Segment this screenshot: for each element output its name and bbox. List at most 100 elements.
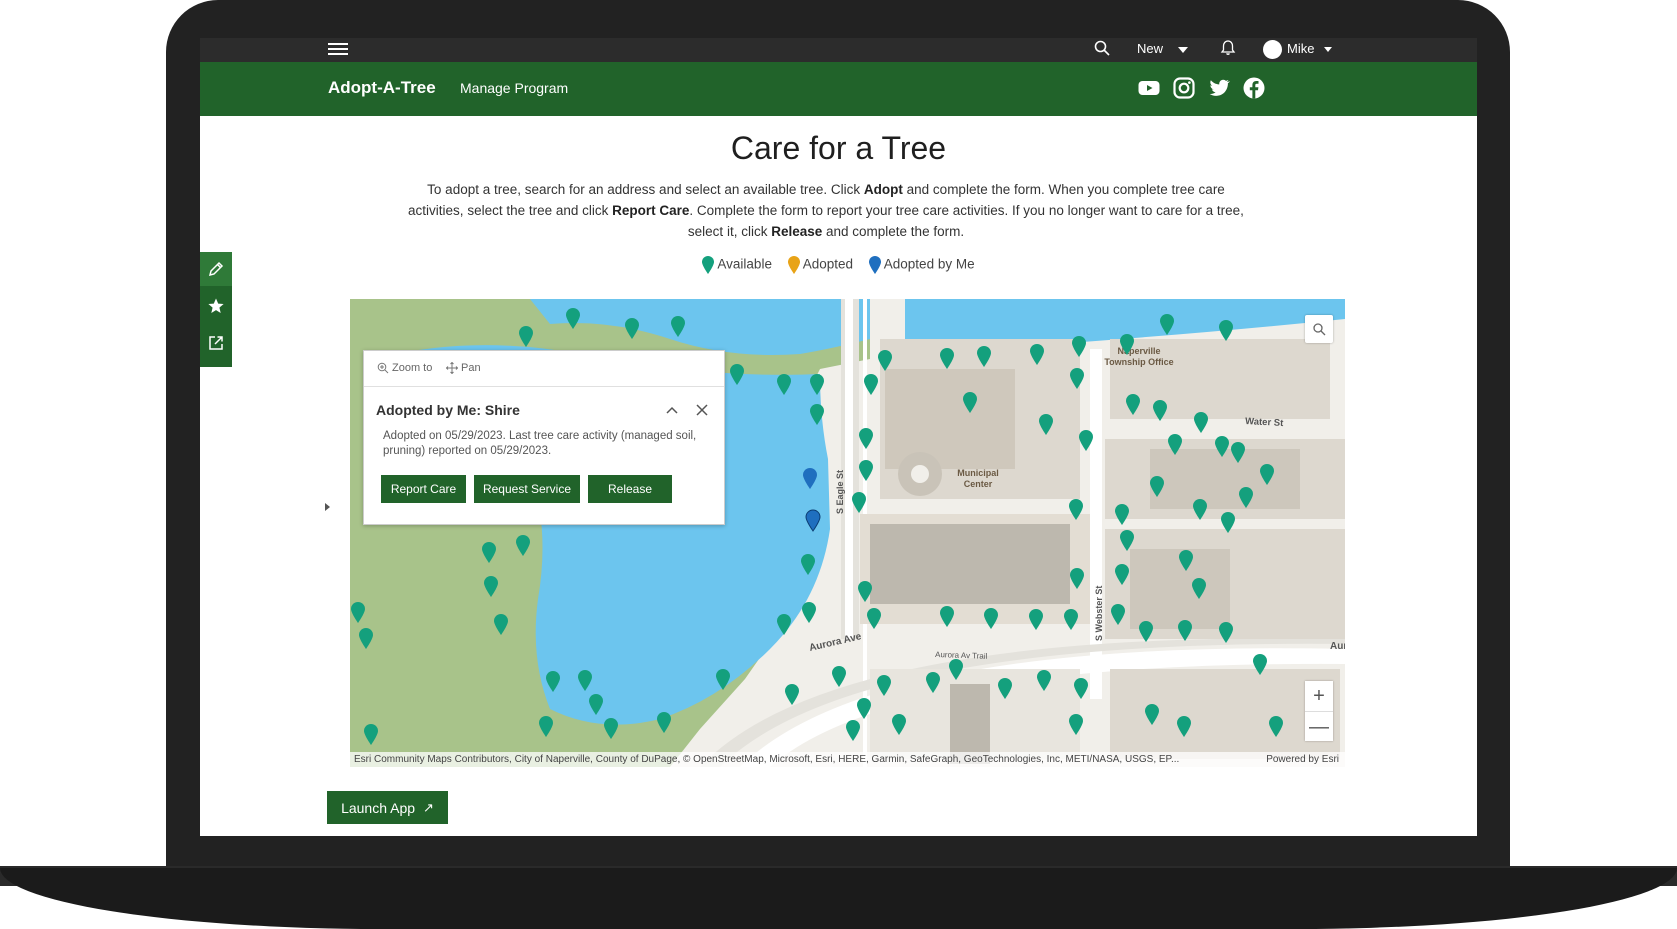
tree-pin-available[interactable] (1120, 334, 1134, 355)
edit-tool[interactable] (200, 252, 232, 286)
tree-pin-available[interactable] (494, 614, 508, 635)
tree-pin-available[interactable] (1139, 621, 1153, 642)
tree-pin-available[interactable] (940, 606, 954, 627)
tree-pin-available[interactable] (984, 608, 998, 629)
tree-pin-available[interactable] (1177, 716, 1191, 737)
tree-pin-available[interactable] (625, 318, 639, 339)
tree-pin-available[interactable] (998, 678, 1012, 699)
tree-pin-available[interactable] (657, 712, 671, 733)
tree-pin-available[interactable] (859, 460, 873, 481)
pan-action[interactable]: Pan (446, 362, 481, 374)
tree-pin-available[interactable] (963, 392, 977, 413)
tree-pin-available[interactable] (1194, 412, 1208, 433)
tree-pin-available[interactable] (1239, 487, 1253, 508)
tree-pin-available[interactable] (802, 602, 816, 623)
tree-pin-available[interactable] (926, 672, 940, 693)
share-tool[interactable] (200, 326, 232, 360)
tree-pin-available[interactable] (364, 724, 378, 745)
tree-pin-available[interactable] (892, 714, 906, 735)
tree-pin-available[interactable] (859, 428, 873, 449)
map-search-button[interactable] (1305, 315, 1333, 343)
zoom-to-action[interactable]: Zoom to (377, 362, 432, 374)
tree-pin-available[interactable] (516, 535, 530, 556)
tree-pin-available[interactable] (877, 675, 891, 696)
tree-pin-available[interactable] (546, 671, 560, 692)
tree-pin-available[interactable] (716, 669, 730, 690)
tree-pin-available[interactable] (484, 576, 498, 597)
tree-pin-available[interactable] (1069, 714, 1083, 735)
close-icon[interactable] (694, 402, 710, 418)
chevron-down-icon[interactable] (1324, 47, 1332, 52)
tree-pin-available[interactable] (857, 698, 871, 719)
chevron-up-icon[interactable] (664, 402, 680, 418)
tree-pin-available[interactable] (1074, 678, 1088, 699)
tree-pin-available[interactable] (949, 659, 963, 680)
twitter-icon[interactable] (1207, 76, 1231, 100)
tree-pin-available[interactable] (810, 374, 824, 395)
tree-pin-available[interactable] (1221, 512, 1235, 533)
tree-pin-available[interactable] (1111, 604, 1125, 625)
tree-pin-available[interactable] (1120, 530, 1134, 551)
tree-pin-available[interactable] (1178, 620, 1192, 641)
tree-pin-available[interactable] (1153, 400, 1167, 421)
map[interactable]: Naperville Township Office Water St Muni… (350, 299, 1345, 767)
user-menu[interactable]: Mike (1287, 41, 1314, 56)
tree-pin-available[interactable] (1215, 436, 1229, 457)
launch-app-button[interactable]: Launch App ↗ (327, 791, 448, 824)
tree-pin-available[interactable] (519, 326, 533, 347)
menu-icon[interactable] (328, 40, 348, 56)
tree-pin-available[interactable] (1029, 609, 1043, 630)
tree-pin-available[interactable] (832, 666, 846, 687)
tree-pin-available[interactable] (1072, 336, 1086, 357)
tree-pin-available[interactable] (867, 608, 881, 629)
tree-pin-available[interactable] (482, 542, 496, 563)
tree-pin-adopted-by-me[interactable] (805, 509, 821, 532)
tree-pin-available[interactable] (1115, 504, 1129, 525)
tree-pin-available[interactable] (1030, 344, 1044, 365)
tree-pin-available[interactable] (1160, 314, 1174, 335)
tree-pin-available[interactable] (1269, 716, 1283, 737)
new-menu[interactable]: New (1137, 41, 1163, 56)
report-care-button[interactable]: Report Care (381, 475, 466, 503)
tree-pin-available[interactable] (878, 350, 892, 371)
tree-pin-available[interactable] (1037, 670, 1051, 691)
tree-pin-available[interactable] (846, 720, 860, 741)
tree-pin-available[interactable] (1115, 564, 1129, 585)
powered-by-esri[interactable]: Powered by Esri (1266, 752, 1339, 767)
request-service-button[interactable]: Request Service (474, 475, 580, 503)
tree-pin-available[interactable] (1179, 550, 1193, 571)
tree-pin-available[interactable] (578, 670, 592, 691)
nav-link-manage-program[interactable]: Manage Program (460, 80, 568, 96)
tree-pin-available[interactable] (1126, 394, 1140, 415)
tree-pin-available[interactable] (1168, 434, 1182, 455)
tree-pin-available[interactable] (1079, 430, 1093, 451)
tree-pin-available[interactable] (1150, 476, 1164, 497)
tree-pin-available[interactable] (940, 348, 954, 369)
tree-pin-available[interactable] (785, 684, 799, 705)
tree-pin-available[interactable] (1145, 704, 1159, 725)
facebook-icon[interactable] (1242, 76, 1266, 100)
tree-pin-available[interactable] (359, 628, 373, 649)
tree-pin-available[interactable] (977, 346, 991, 367)
tree-pin-available[interactable] (730, 364, 744, 385)
tree-pin-available[interactable] (777, 374, 791, 395)
attribution-text[interactable]: Esri Community Maps Contributors, City o… (354, 752, 1179, 767)
tree-pin-available[interactable] (1070, 368, 1084, 389)
tree-pin-available[interactable] (864, 374, 878, 395)
tree-pin-available[interactable] (671, 316, 685, 337)
tree-pin-available[interactable] (1192, 578, 1206, 599)
tree-pin-available[interactable] (1219, 622, 1233, 643)
tree-pin-available[interactable] (852, 492, 866, 513)
expand-panel-arrow-icon[interactable] (325, 503, 330, 511)
tree-pin-available[interactable] (1219, 320, 1233, 341)
bell-icon[interactable] (1219, 39, 1237, 57)
tree-pin-available[interactable] (1231, 442, 1245, 463)
tree-pin-available[interactable] (1039, 414, 1053, 435)
search-icon[interactable] (1093, 39, 1111, 57)
tree-pin-available[interactable] (1260, 464, 1274, 485)
tree-pin-adopted-by-me[interactable] (803, 468, 817, 489)
tree-pin-available[interactable] (1193, 499, 1207, 520)
tree-pin-available[interactable] (351, 602, 365, 623)
zoom-in-button[interactable]: + (1305, 681, 1333, 711)
tree-pin-available[interactable] (566, 308, 580, 329)
